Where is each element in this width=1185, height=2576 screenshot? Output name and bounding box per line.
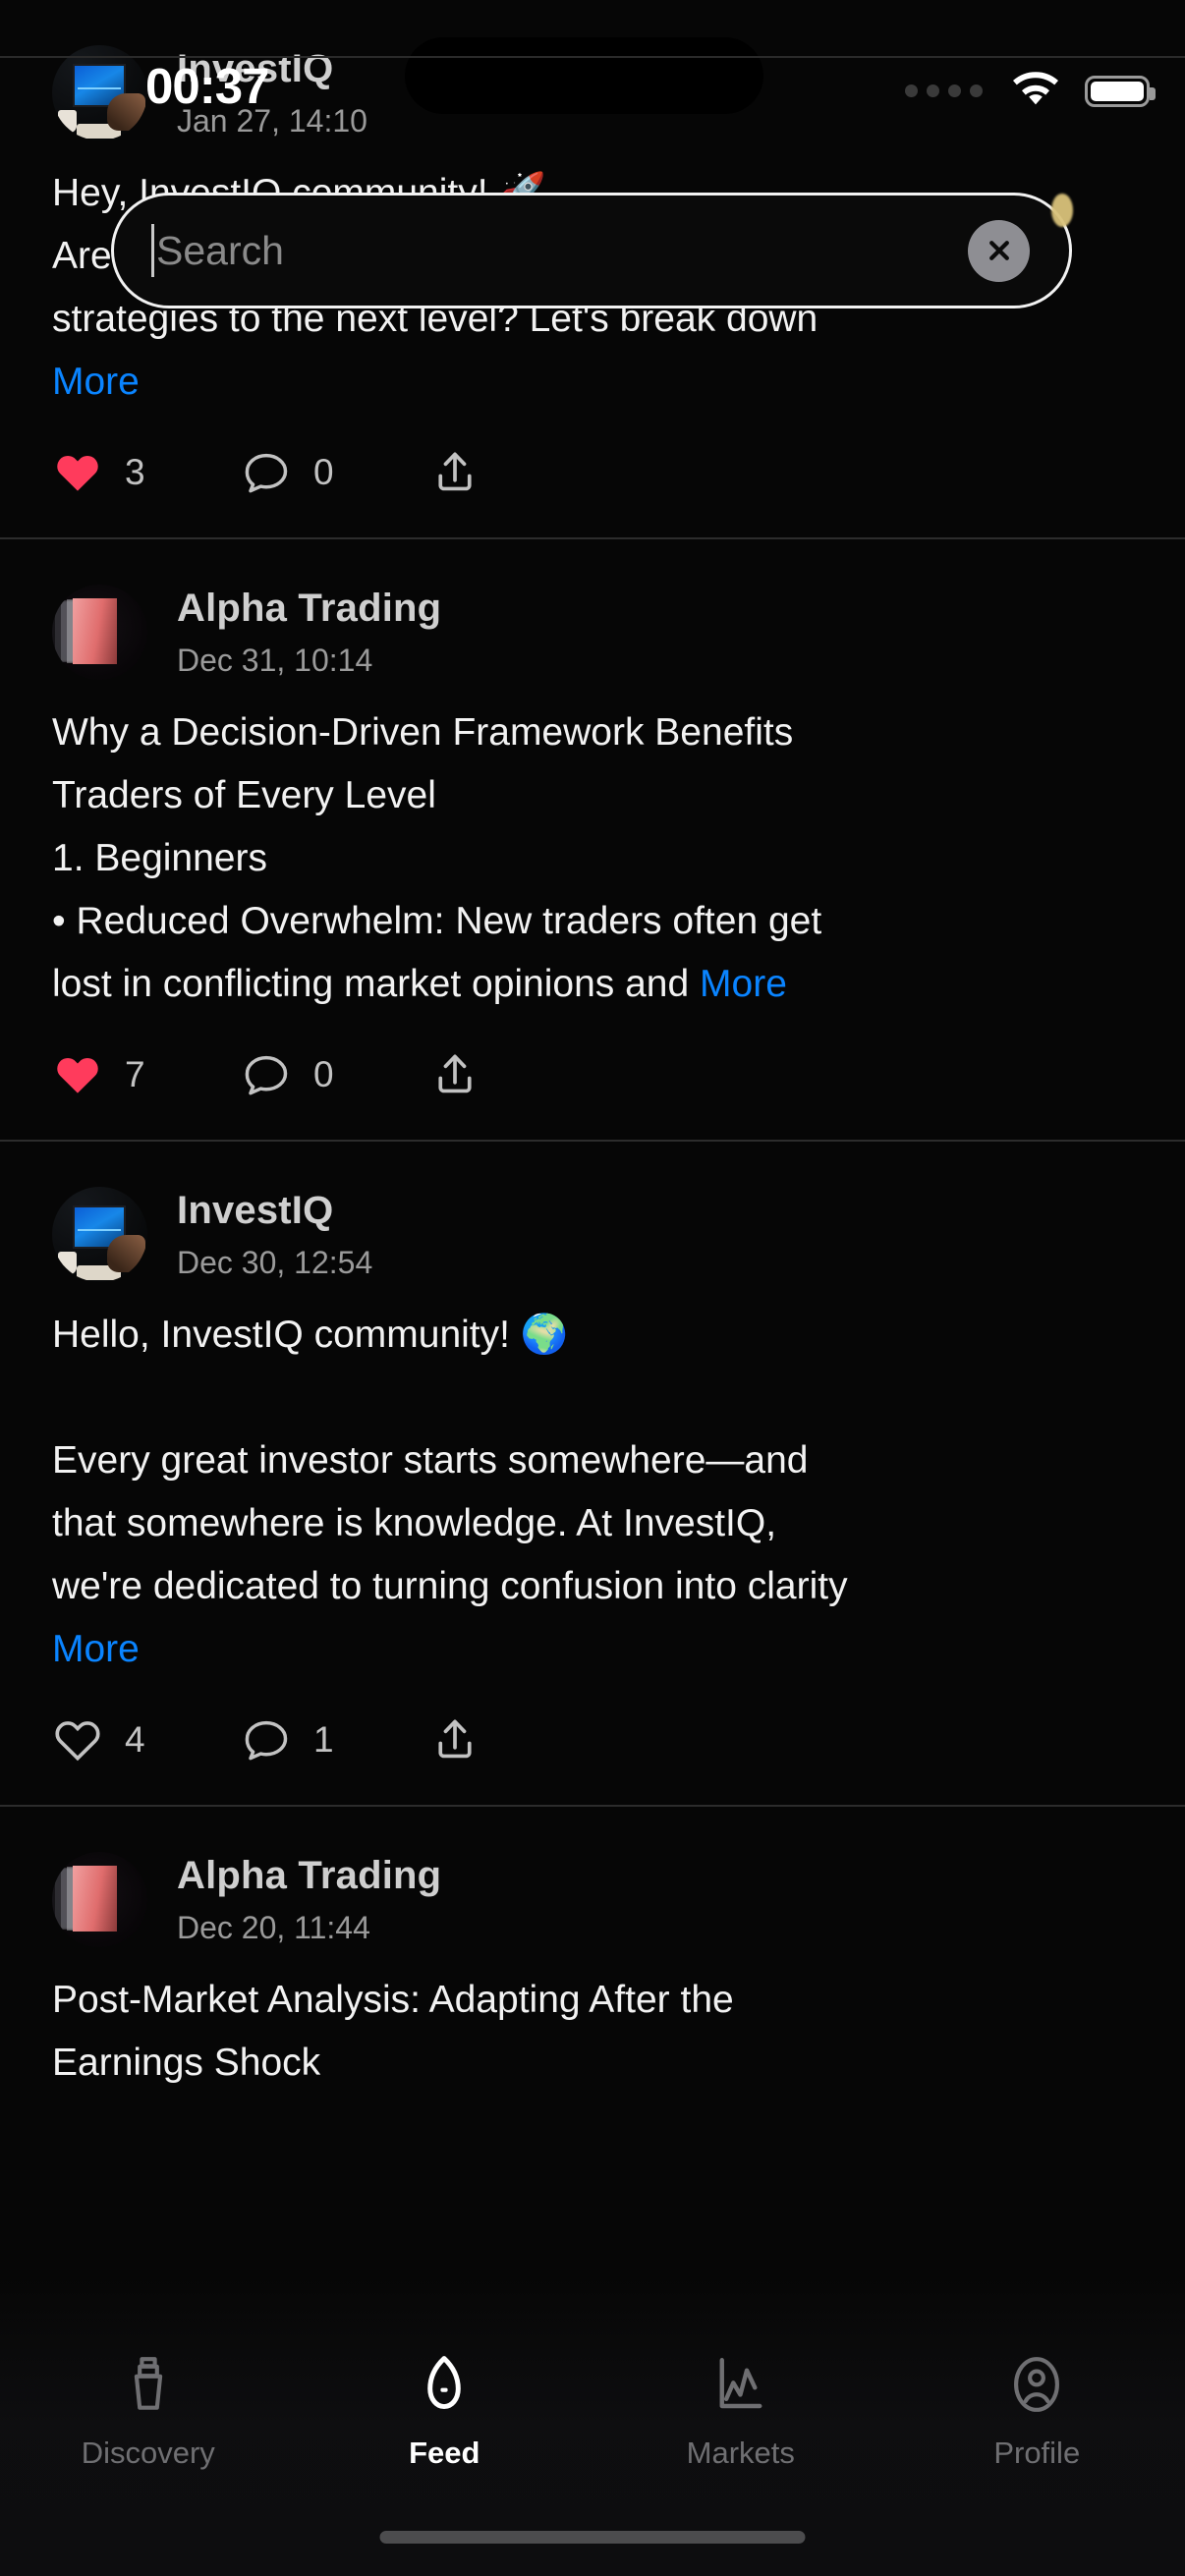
post-text-line: Every great investor starts somewhere—an… — [52, 1439, 809, 1482]
post-author-block: InvestIQ Dec 30, 12:54 — [177, 1187, 372, 1281]
tab-profile[interactable]: Profile — [889, 2352, 1185, 2471]
post-text-line: that somewhere is knowledge. At InvestIQ… — [52, 1502, 777, 1544]
like-button[interactable]: 7 — [52, 1049, 241, 1100]
like-count: 7 — [125, 1054, 145, 1094]
avatar[interactable] — [52, 45, 147, 140]
post-header: InvestIQ Dec 30, 12:54 — [0, 1142, 1185, 1282]
search-input[interactable] — [156, 227, 968, 274]
tab-markets[interactable]: Markets — [592, 2352, 889, 2471]
comment-button[interactable]: 0 — [241, 1049, 429, 1100]
post-text-line: Earnings Shock — [52, 2042, 321, 2084]
tab-label: Profile — [993, 2436, 1081, 2470]
post-body: Why a Decision-Driven Framework Benefits… — [0, 680, 1185, 1016]
close-circle-icon[interactable] — [968, 219, 1030, 282]
post-author-block: Alpha Trading Dec 31, 10:14 — [177, 585, 441, 679]
avatar[interactable] — [52, 1852, 147, 1947]
post-header: Alpha Trading Dec 20, 11:44 — [0, 1807, 1185, 1947]
post-text-line: Hello, InvestIQ community! 🌍 — [52, 1314, 569, 1356]
post-text-line: More — [52, 1618, 1126, 1681]
share-button[interactable] — [429, 1714, 618, 1765]
share-icon — [429, 1714, 480, 1765]
chart-line-icon — [708, 2352, 773, 2422]
post-body: Post-Market Analysis: Adapting After the… — [0, 1947, 1185, 2095]
post-timestamp: Dec 20, 11:44 — [177, 1910, 370, 1945]
post-timestamp: Jan 27, 14:10 — [177, 103, 367, 139]
search-bar[interactable] — [111, 193, 1073, 308]
post-author-block: Alpha Trading Dec 20, 11:44 — [177, 1852, 441, 1946]
comment-icon — [241, 1714, 292, 1765]
post-text-line: More — [52, 351, 1126, 414]
more-link[interactable]: More — [52, 1628, 140, 1670]
like-count: 3 — [125, 452, 145, 492]
post-actions: 30 — [0, 414, 1185, 537]
post-actions: 41 — [0, 1681, 1185, 1805]
post-author-block: InvestIQ Jan 27, 14:10 — [177, 45, 367, 140]
tab-label: Markets — [686, 2436, 795, 2470]
comment-count: 0 — [313, 1054, 334, 1094]
feed-post[interactable]: InvestIQ Dec 30, 12:54 Hello, InvestIQ com… — [0, 1140, 1185, 1805]
like-count: 4 — [125, 1719, 145, 1760]
comment-count: 1 — [313, 1719, 334, 1760]
post-header: Alpha Trading Dec 31, 10:14 — [0, 539, 1185, 680]
comment-icon — [241, 1049, 292, 1100]
post-author[interactable]: Alpha Trading — [177, 1854, 441, 1898]
home-indicator[interactable] — [379, 2531, 806, 2544]
feed-post[interactable]: Alpha Trading Dec 20, 11:44 Post-Market An… — [0, 1805, 1185, 2095]
tab-label: Discovery — [81, 2436, 215, 2470]
device-notch — [405, 37, 763, 114]
feed-shield-icon — [412, 2352, 477, 2422]
tab-discovery[interactable]: Discovery — [0, 2352, 297, 2471]
heart-icon — [52, 1714, 103, 1765]
post-text-line: Post-Market Analysis: Adapting After the — [52, 1979, 734, 2021]
post-author[interactable]: Alpha Trading — [177, 587, 441, 631]
share-button[interactable] — [429, 1049, 618, 1100]
post-text-line: • Reduced Overwhelm: New traders often g… — [52, 900, 822, 942]
heart-icon — [52, 447, 103, 498]
avatar[interactable] — [52, 1187, 147, 1282]
more-link[interactable]: More — [700, 963, 787, 1005]
comment-button[interactable]: 1 — [241, 1714, 429, 1765]
post-actions: 70 — [0, 1016, 1185, 1140]
post-author[interactable]: InvestIQ — [177, 1189, 372, 1233]
post-text-line: Traders of Every Level — [52, 774, 436, 816]
post-timestamp: Dec 31, 10:14 — [177, 643, 373, 678]
share-button[interactable] — [429, 447, 618, 498]
telescope-icon — [116, 2352, 181, 2422]
heart-icon — [52, 1049, 103, 1100]
post-text-line: we're dedicated to turning confusion int… — [52, 1565, 848, 1607]
search-text-caret — [151, 224, 154, 277]
comment-icon — [241, 447, 292, 498]
like-button[interactable]: 3 — [52, 447, 241, 498]
post-author[interactable]: InvestIQ — [177, 47, 367, 91]
post-timestamp: Dec 30, 12:54 — [177, 1245, 373, 1280]
post-text-line: 1. Beginners — [52, 837, 267, 879]
feed-list[interactable]: InvestIQJan 27, 14:10Hey, InvestIQ commu… — [0, 0, 1185, 2319]
avatar[interactable] — [52, 585, 147, 680]
tab-feed[interactable]: Feed — [297, 2352, 593, 2471]
more-link[interactable]: More — [52, 361, 140, 403]
app-screen: InvestIQJan 27, 14:10Hey, InvestIQ commu… — [0, 0, 1185, 2576]
share-icon — [429, 1049, 480, 1100]
like-button[interactable]: 4 — [52, 1714, 241, 1765]
post-text-line: lost in conflicting market opinions and … — [52, 963, 787, 1005]
search-highlight-dot — [1051, 194, 1073, 227]
share-icon — [429, 447, 480, 498]
comment-button[interactable]: 0 — [241, 447, 429, 498]
comment-count: 0 — [313, 452, 334, 492]
tab-label: Feed — [409, 2436, 480, 2470]
person-circle-icon — [1004, 2352, 1069, 2422]
post-text-line: Why a Decision-Driven Framework Benefits — [52, 711, 794, 754]
post-body: Hello, InvestIQ community! 🌍 Every great … — [0, 1282, 1185, 1681]
feed-post[interactable]: Alpha Trading Dec 31, 10:14 Why a Decision… — [0, 537, 1185, 1140]
